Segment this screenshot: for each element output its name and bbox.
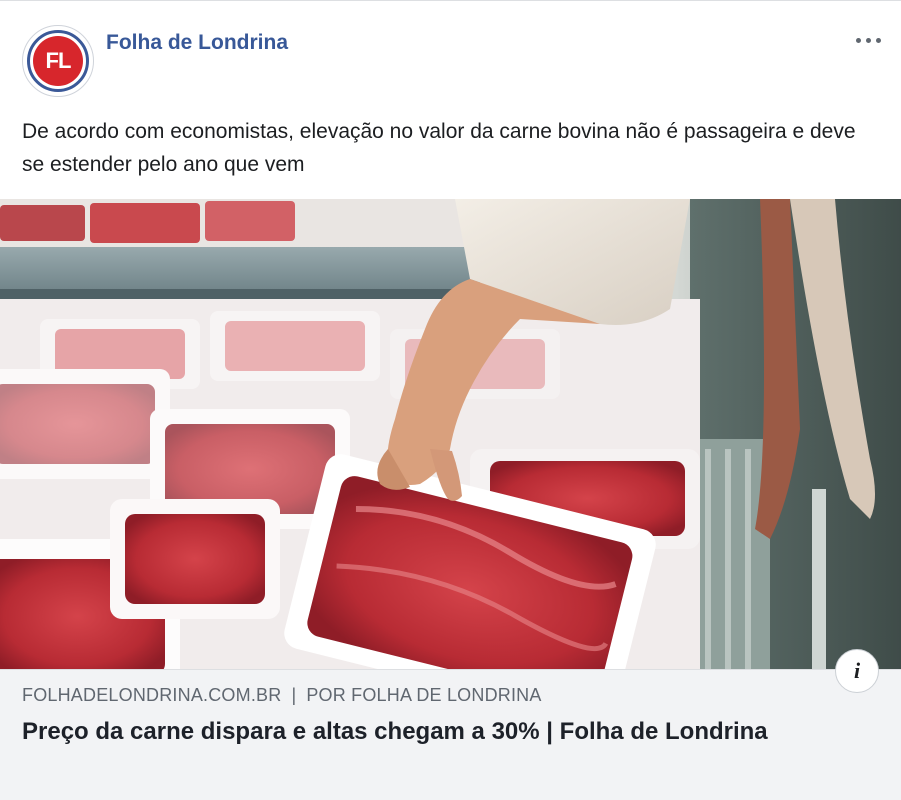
page-name-link[interactable]: Folha de Londrina xyxy=(106,31,288,55)
avatar-logo: FL xyxy=(33,36,83,86)
post-text: De acordo com economistas, elevação no v… xyxy=(22,120,856,176)
link-preview-image[interactable] xyxy=(0,199,901,669)
link-meta: FOLHADELONDRINA.COM.BR | POR FOLHA DE LOND… xyxy=(22,685,542,706)
more-options-button[interactable] xyxy=(846,25,890,55)
avatar-ring: FL xyxy=(27,30,89,92)
avatar[interactable]: FL xyxy=(22,25,94,97)
link-preview-footer[interactable]: FOLHADELONDRINA.COM.BR | POR FOLHA DE LOND… xyxy=(0,669,901,800)
post-header: FL Folha de Londrina xyxy=(0,1,901,113)
link-title[interactable]: Preço da carne dispara e altas chegam a … xyxy=(22,714,822,750)
meat-photo-illustration xyxy=(0,199,901,669)
facebook-post: FL Folha de Londrina De acordo com econo… xyxy=(0,0,901,800)
more-horizontal-icon xyxy=(875,37,881,43)
meta-separator: | xyxy=(291,685,297,705)
link-byline: POR FOLHA DE LONDRINA xyxy=(306,685,542,705)
link-domain: FOLHADELONDRINA.COM.BR xyxy=(22,685,282,705)
info-icon[interactable]: i xyxy=(835,649,879,693)
more-horizontal-icon xyxy=(865,37,871,43)
more-horizontal-icon xyxy=(855,37,861,43)
